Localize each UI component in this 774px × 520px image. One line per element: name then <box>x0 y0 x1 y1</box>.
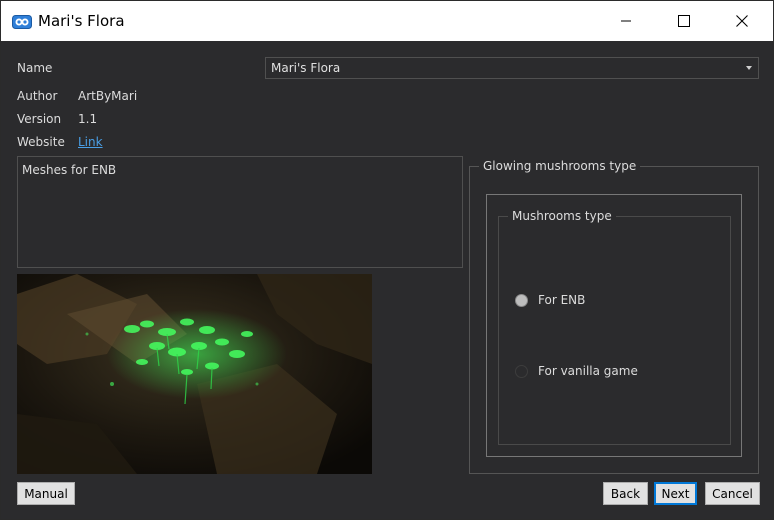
name-dropdown[interactable]: Mari's Flora <box>265 57 759 79</box>
next-button[interactable]: Next <box>654 482 697 505</box>
app-icon <box>12 14 32 29</box>
maximize-icon <box>678 15 690 27</box>
minimize-icon <box>621 20 631 22</box>
version-label: Version <box>17 112 62 126</box>
description-box[interactable]: Meshes for ENB <box>17 156 463 268</box>
minimize-button[interactable] <box>597 1 655 41</box>
name-dropdown-value: Mari's Flora <box>271 61 341 75</box>
cancel-button[interactable]: Cancel <box>705 482 760 505</box>
radio-label-for-enb: For ENB <box>538 293 586 307</box>
manual-button[interactable]: Manual <box>17 482 75 505</box>
radio-label-for-vanilla: For vanilla game <box>538 364 638 378</box>
installer-window: Mari's Flora Name Mari's Flora Author Ar… <box>0 0 774 520</box>
close-icon <box>736 15 748 27</box>
author-label: Author <box>17 89 58 103</box>
mushrooms-type-group <box>498 216 731 445</box>
description-text: Meshes for ENB <box>22 163 117 177</box>
author-value: ArtByMari <box>78 89 138 103</box>
group-title: Glowing mushrooms type <box>479 159 641 173</box>
radio-for-enb[interactable]: For ENB <box>515 293 585 307</box>
radio-for-vanilla[interactable]: For vanilla game <box>515 364 638 378</box>
website-label: Website <box>17 135 65 149</box>
preview-image <box>17 274 372 474</box>
name-label: Name <box>17 61 53 75</box>
window-title: Mari's Flora <box>38 12 125 30</box>
radio-unselected-icon <box>515 364 528 378</box>
content-area: Name Mari's Flora Author ArtByMari Versi… <box>1 41 773 519</box>
title-bar[interactable]: Mari's Flora <box>1 1 773 41</box>
version-value: 1.1 <box>78 112 98 126</box>
maximize-button[interactable] <box>655 1 713 41</box>
radio-selected-icon <box>515 293 528 307</box>
inner-group-title: Mushrooms type <box>508 209 616 223</box>
close-button[interactable] <box>713 1 771 41</box>
back-button[interactable]: Back <box>603 482 648 505</box>
dropdown-arrow-icon <box>746 66 752 70</box>
website-link[interactable]: Link <box>78 135 103 149</box>
